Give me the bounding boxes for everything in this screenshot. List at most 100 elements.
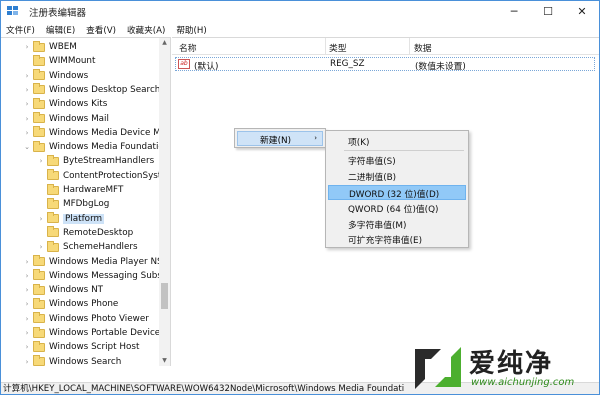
tree-node-label: Windows Desktop Search [49,84,161,95]
watermark-brand: 爱纯净 [469,349,554,379]
scroll-thumb[interactable] [161,283,168,309]
tree-node-label: Windows Kits [49,99,108,110]
context-menu-new[interactable]: 新建(N) › [237,131,323,146]
submenu-item-qword[interactable]: QWORD (64 位)值(Q) [328,201,466,216]
tree-node[interactable]: › Platform [37,212,105,226]
tree-node-label: HardwareMFT [63,185,124,195]
tree-node-label: Windows Search [49,356,122,366]
tree-expander-icon[interactable]: › [23,272,31,280]
submenu-item-key[interactable]: 项(K) [328,134,466,149]
context-menu-new-label: 新建(N) [260,136,292,146]
folder-icon [33,283,45,295]
folder-icon [33,112,45,123]
menu-favorites[interactable]: 收藏夹(A) [122,24,171,36]
tree-scrollbar[interactable]: ▲ ▼ [159,38,170,366]
column-header-name[interactable]: 名称 [179,41,197,54]
tree-node[interactable]: › Windows Photo Viewer [23,312,149,326]
tree-node[interactable]: › Windows [23,69,88,83]
title-bar[interactable]: 注册表编辑器 ─ ☐ ✕ [1,1,599,22]
registry-tree[interactable]: › WBEM WIMMount › Windows › Windows Desktop Se… [1,37,171,366]
submenu-item-binary[interactable]: 二进制值(B) [328,169,466,184]
string-value-icon: ab [178,59,190,69]
tree-node[interactable]: HardwareMFT [37,183,123,197]
tree-node[interactable]: › Windows Media Player NS [23,255,163,269]
close-button[interactable]: ✕ [565,1,599,22]
tree-node-label: SchemeHandlers [63,242,138,253]
value-row-default[interactable]: ab (默认) REG_SZ (数值未设置) [175,57,595,72]
folder-icon [33,312,45,324]
menu-view[interactable]: 查看(V) [81,24,122,36]
tree-node-label: Windows Media Foundatic [49,142,164,153]
tree-expander-icon[interactable]: › [23,43,31,51]
tree-node[interactable]: MFDbgLog [37,197,109,211]
submenu-item-dword-label: DWORD (32 位)值(D) [349,190,440,200]
tree-node[interactable]: RemoteDesktop [37,226,133,240]
tree-node[interactable]: › Windows NT [23,283,103,297]
tree-expander-icon[interactable]: › [23,72,31,80]
tree-node-label: WBEM [49,42,77,52]
maximize-button[interactable]: ☐ [531,1,565,22]
tree-expander-icon[interactable]: ⌄ [23,143,31,151]
submenu-item-qword-label: QWORD (64 位)值(Q) [348,205,439,215]
tree-expander-icon[interactable]: › [23,129,31,137]
folder-icon [33,269,45,281]
folder-icon [33,69,45,81]
watermark-logo-icon [415,347,461,389]
folder-icon [33,126,45,138]
tree-expander-icon[interactable]: › [23,86,31,94]
tree-node[interactable]: › Windows Portable Devices [23,326,165,340]
submenu-item-expandable-string[interactable]: 可扩充字符串值(E) [328,232,466,247]
watermark: 爱纯净 www.aichunjing.com [411,341,599,394]
submenu-item-string[interactable]: 字符串值(S) [328,153,466,168]
submenu-item-key-label: 项(K) [348,138,370,148]
minimize-button[interactable]: ─ [497,1,531,22]
column-header-data[interactable]: 数据 [414,41,432,54]
tree-expander-icon[interactable]: › [23,115,31,123]
menu-help[interactable]: 帮助(H) [171,24,212,36]
tree-node-label: Windows [49,70,89,81]
submenu-item-multi-string[interactable]: 多字符串值(M) [328,217,466,232]
tree-expander-icon[interactable]: › [23,315,31,323]
tree-node-label: WIMMount [49,56,96,67]
tree-node[interactable]: › Windows Kits [23,97,107,111]
tree-node[interactable]: › Windows Search [23,355,121,366]
tree-expander-icon[interactable]: › [37,243,45,251]
tree-expander-icon[interactable]: › [23,329,31,337]
tree-expander-icon[interactable]: › [23,358,31,366]
registry-editor-window: 注册表编辑器 ─ ☐ ✕ 文件(F) 编辑(E) 查看(V) 收藏夹(A) 帮助… [0,0,600,395]
tree-node-label: Windows Script Host [49,342,140,353]
tree-node[interactable]: › ByteStreamHandlers [37,154,154,168]
scroll-up-icon[interactable]: ▲ [159,38,170,48]
tree-node[interactable]: › Windows Script Host [23,340,139,354]
submenu-item-multi-string-label: 多字符串值(M) [348,221,407,231]
tree-node[interactable]: WIMMount [23,54,95,68]
tree-expander-icon[interactable]: › [37,215,45,223]
menu-file[interactable]: 文件(F) [1,24,41,36]
tree-expander-icon[interactable]: › [37,157,45,165]
menu-edit[interactable]: 编辑(E) [41,24,81,36]
registry-editor-icon [7,5,21,18]
tree-expander-icon[interactable]: › [23,100,31,108]
tree-expander-icon[interactable]: › [23,286,31,294]
column-header-type[interactable]: 类型 [329,41,347,54]
tree-expander-icon[interactable]: › [23,300,31,308]
tree-node[interactable]: › Windows Messaging Subs [23,269,162,283]
tree-node[interactable]: › Windows Mail [23,112,109,126]
tree-node-label: MFDbgLog [63,199,110,210]
folder-icon [33,97,45,109]
tree-node[interactable]: ContentProtectionSyste [37,169,167,183]
tree-node[interactable]: › Windows Media Device M [23,126,161,140]
folder-icon [33,326,45,338]
scroll-down-icon[interactable]: ▼ [159,356,170,366]
tree-expander-icon[interactable]: › [23,343,31,351]
tree-node[interactable]: › SchemeHandlers [37,240,138,254]
value-data: (数值未设置) [415,62,466,72]
tree-node[interactable]: ⌄ Windows Media Foundatic [23,140,163,154]
tree-node-label: Windows Messaging Subs [49,270,162,281]
menu-bar: 文件(F) 编辑(E) 查看(V) 收藏夹(A) 帮助(H) [1,22,599,37]
submenu-item-dword[interactable]: DWORD (32 位)值(D) [328,185,466,200]
tree-node[interactable]: › WBEM [23,40,77,54]
tree-expander-icon[interactable]: › [23,258,31,266]
tree-node[interactable]: › Windows Desktop Search [23,83,160,97]
tree-node[interactable]: › Windows Phone [23,297,118,311]
